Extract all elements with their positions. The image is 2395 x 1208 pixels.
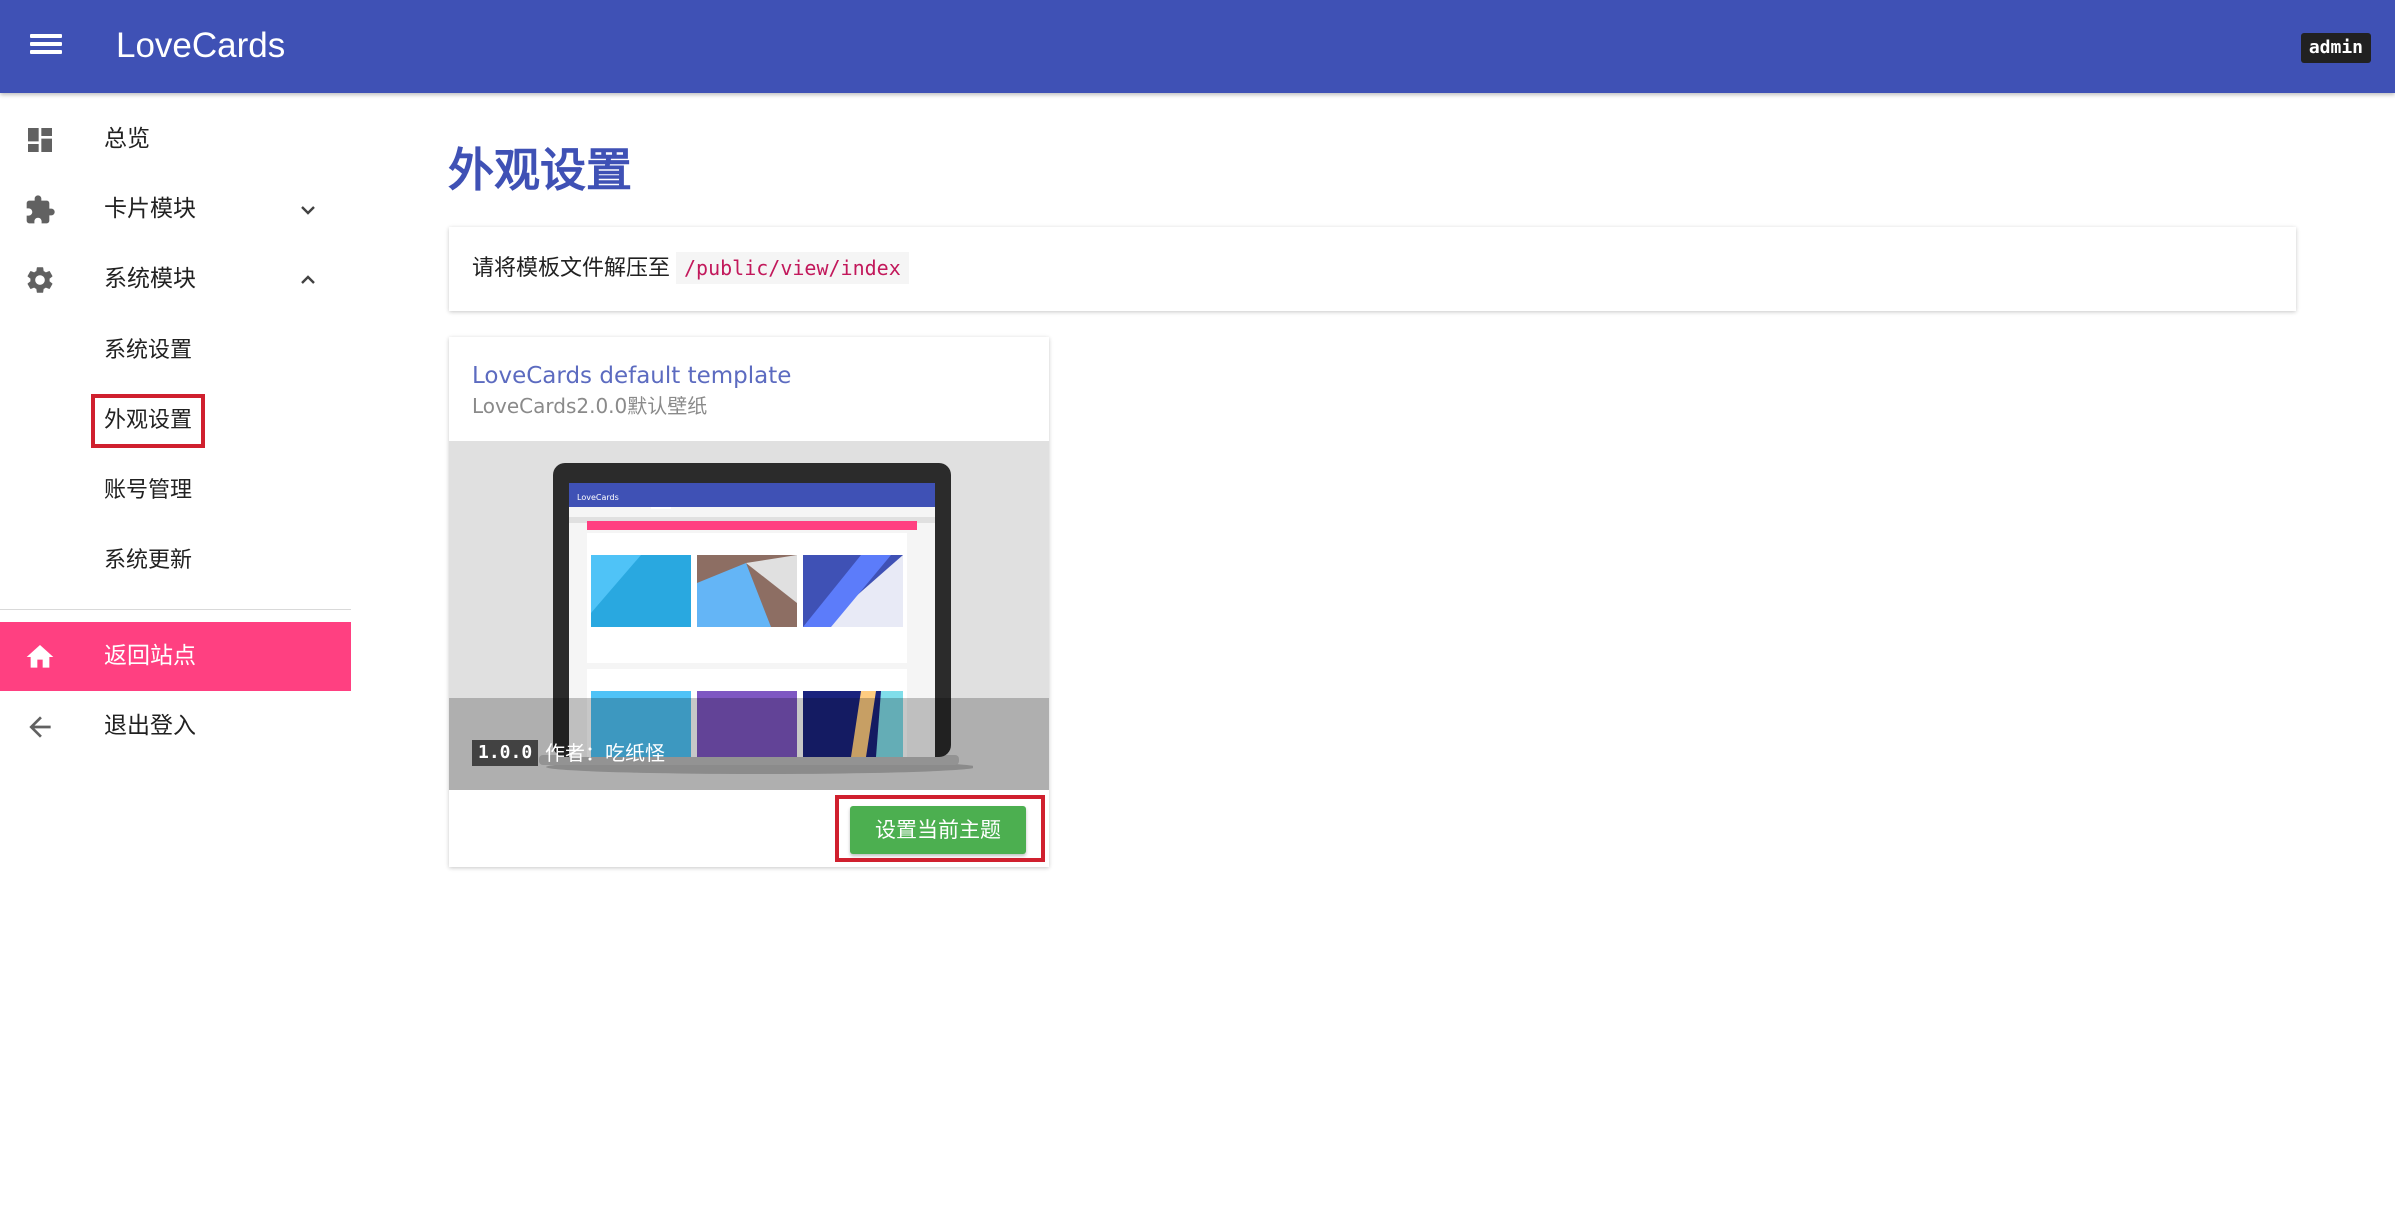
theme-preview: LoveCards 1.0.0 作者：吃纸怪	[449, 441, 1049, 790]
sidebar-item-card-module[interactable]: 卡片模块	[0, 174, 351, 244]
home-icon	[26, 645, 54, 668]
preview-overlay: 1.0.0 作者：吃纸怪	[449, 698, 1049, 790]
sidebar-item-return-site[interactable]: 返回站点	[0, 622, 351, 691]
sidebar-item-label: 退出登入	[104, 713, 196, 739]
theme-subtitle: LoveCards2.0.0默认壁纸	[472, 394, 708, 418]
app-bar: LoveCards admin	[0, 0, 2395, 93]
notice-path-code: /public/view/index	[676, 252, 909, 284]
page-title: 外观设置	[448, 143, 632, 197]
sidebar-subitem-appearance-settings[interactable]: 外观设置	[90, 394, 206, 448]
app-title: LoveCards	[116, 26, 286, 65]
preview-app-name: LoveCards	[577, 493, 619, 502]
user-badge[interactable]: admin	[2300, 33, 2371, 63]
sidebar-subitem-system-settings[interactable]: 系统设置	[104, 329, 192, 373]
sidebar-item-overview[interactable]: 总览	[0, 104, 351, 174]
chevron-up-icon	[301, 275, 315, 284]
set-current-theme-button[interactable]: 设置当前主题	[850, 806, 1026, 854]
sidebar-item-logout[interactable]: 退出登入	[0, 691, 351, 761]
sidebar-subitem-account-management[interactable]: 账号管理	[104, 469, 192, 513]
sidebar-subitem-system-update[interactable]: 系统更新	[104, 539, 192, 583]
sidebar-item-label: 系统模块	[104, 266, 196, 292]
theme-card: LoveCards default template LoveCards2.0.…	[449, 337, 1049, 867]
arrow-left-icon	[29, 716, 51, 738]
gear-icon	[27, 267, 53, 293]
dashboard-icon	[28, 128, 52, 152]
sidebar-item-system-module[interactable]: 系统模块	[0, 244, 351, 314]
theme-title: LoveCards default template	[472, 363, 792, 389]
sidebar-divider	[0, 609, 351, 610]
sidebar-item-label: 总览	[104, 126, 150, 152]
sidebar-item-label: 卡片模块	[104, 196, 196, 222]
version-badge: 1.0.0	[472, 740, 539, 766]
card-actions: 设置当前主题	[449, 790, 1049, 867]
theme-author: 作者：吃纸怪	[545, 741, 665, 765]
notice-text: 请将模板文件解压至/public/view/index	[472, 227, 909, 311]
sidebar-item-label: 返回站点	[104, 643, 196, 669]
notice-card: 请将模板文件解压至/public/view/index	[449, 227, 2296, 311]
puzzle-icon	[26, 195, 55, 224]
notice-label: 请将模板文件解压至	[472, 256, 671, 281]
menu-icon[interactable]	[30, 30, 62, 60]
chevron-down-icon	[301, 206, 315, 215]
